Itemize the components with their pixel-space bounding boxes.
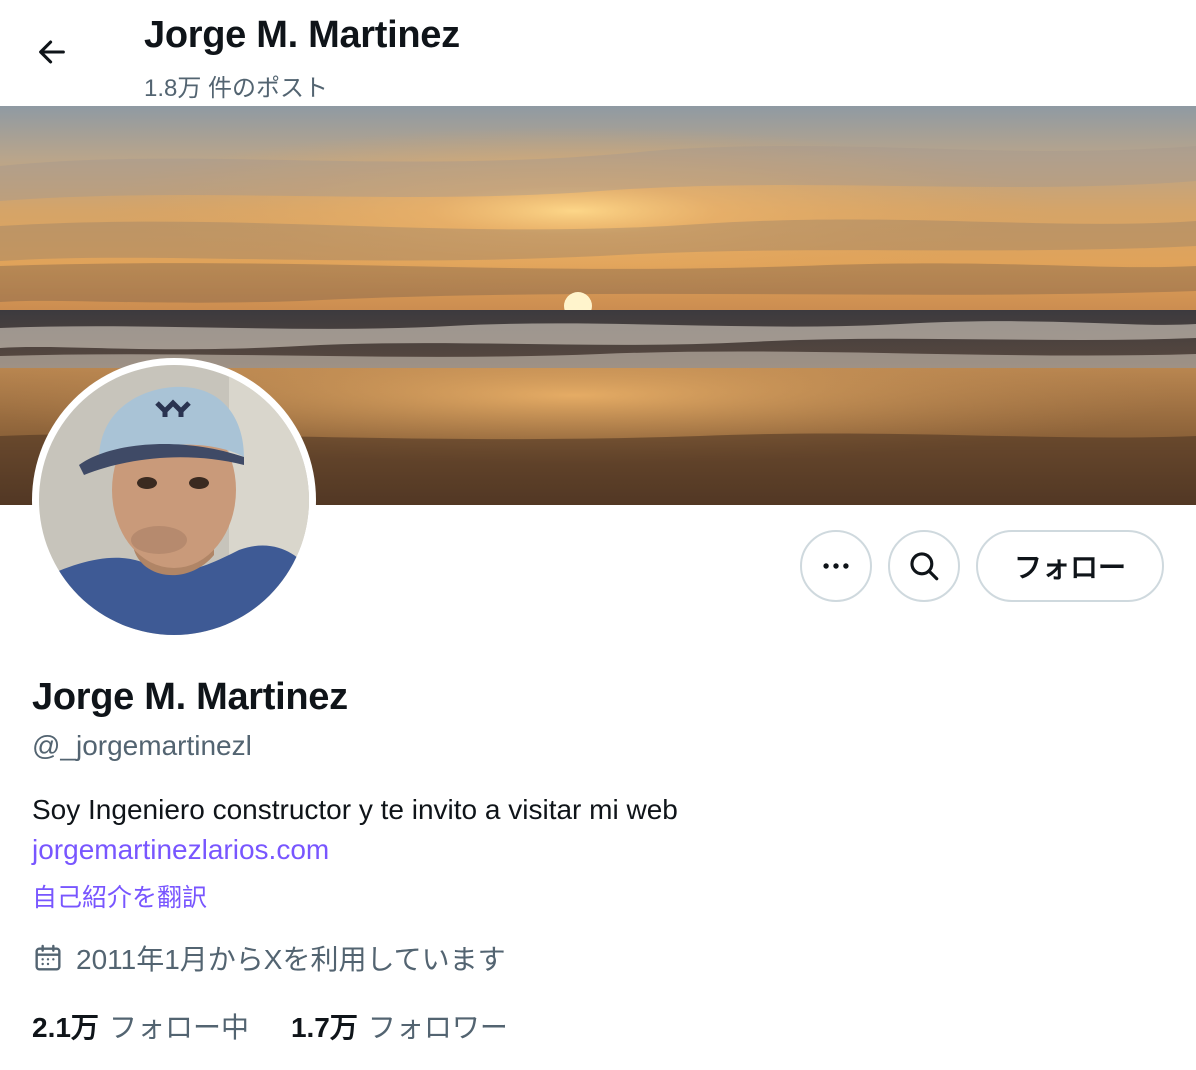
followers-count: 1.7万: [290, 1012, 358, 1043]
profile-photo: [39, 365, 309, 635]
profile-stats: 2.1万 フォロー中 1.7万 フォロワー: [32, 1006, 508, 1046]
search-icon: [910, 552, 939, 581]
joined-text: 2011年1月からXを利用しています: [76, 944, 506, 975]
profile-bio: Soy Ingeniero constructor y te invito a …: [32, 794, 678, 825]
profile-handle: @_jorgemartinezl: [32, 730, 252, 761]
more-dots-icon: [823, 563, 849, 569]
following-label: フォロー中: [108, 1012, 249, 1043]
search-button[interactable]: [888, 530, 960, 602]
calendar-icon: [32, 941, 66, 975]
top-bar: Jorge M. Martinez 1.8万 件のポスト: [0, 0, 1196, 106]
header-title: Jorge M. Martinez: [144, 14, 460, 56]
arrow-left-icon: [39, 40, 65, 64]
followers-label: フォロワー: [367, 1012, 508, 1043]
translate-bio-link[interactable]: 自己紹介を翻訳: [32, 878, 207, 914]
following-stat[interactable]: 2.1万 フォロー中: [32, 1006, 249, 1046]
back-button[interactable]: [22, 22, 82, 82]
more-button[interactable]: [800, 530, 872, 602]
profile-name: Jorge M. Martinez: [32, 676, 348, 718]
following-count: 2.1万: [32, 1012, 99, 1043]
joined-date: 2011年1月からXを利用しています: [32, 938, 506, 978]
bio-link[interactable]: jorgemartinezlarios.com: [32, 834, 329, 866]
header-post-count: 1.8万 件のポスト: [144, 75, 329, 102]
avatar[interactable]: [32, 358, 316, 642]
follow-button[interactable]: フォロー: [976, 530, 1164, 602]
followers-stat[interactable]: 1.7万 フォロワー: [291, 1006, 508, 1046]
